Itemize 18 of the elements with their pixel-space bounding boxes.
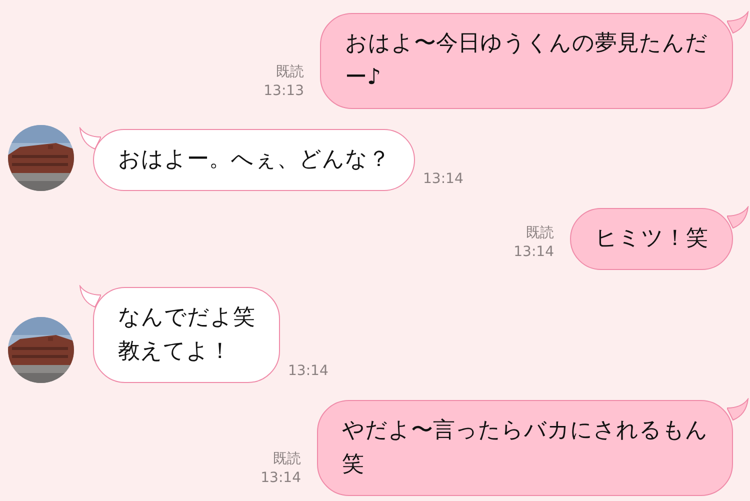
message-text: 教えてよ！ [118,338,232,366]
message-time: 13:14 [260,469,301,488]
read-receipt: 既読 [272,450,301,469]
message-time: 13:13 [264,82,304,101]
message-time: 13:14 [514,243,554,262]
bubble-tail-icon [727,11,749,35]
message-time: 13:14 [423,170,464,189]
message-text: ー♪ [345,64,382,92]
bubble-tail-icon [727,398,749,422]
message-text: 笑 [342,451,365,479]
read-receipt: 既読 [525,224,554,243]
message-text: ヒミツ！笑 [595,225,708,253]
message-text: おはよ〜今日ゆうくんの夢見たんだ [345,30,708,58]
read-receipt: 既読 [275,63,304,82]
message-text: なんでだよ笑 [118,304,255,332]
message-text: おはよー。へぇ、どんな？ [118,146,390,174]
message-time: 13:14 [288,362,328,381]
message-text: やだよ〜言ったらバカにされるもん [342,417,708,445]
